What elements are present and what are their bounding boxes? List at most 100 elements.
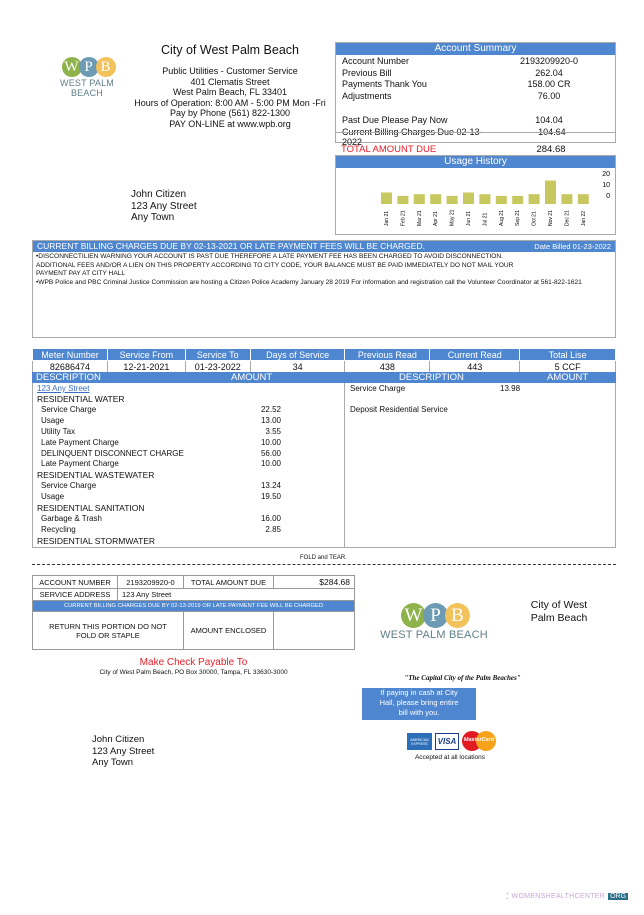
meter-table: Meter Number Service From Service To Days o… <box>32 348 616 373</box>
charge-line: Late Payment Charge 10.00 <box>41 438 281 447</box>
desc-header-right: DESCRIPTION <box>399 372 464 383</box>
month-label: Jun 21 <box>466 211 472 226</box>
month-label: Dec 21 <box>564 210 570 226</box>
charge-section: RESIDENTIAL SANITATION <box>37 503 247 513</box>
meter-header: Days of Service <box>249 348 346 361</box>
usage-bar <box>545 180 556 204</box>
charge-section: RESIDENTIAL STORMWATER <box>37 536 247 546</box>
notice-title: CURRENT BILLING CHARGES DUE BY 02-13-202… <box>37 241 425 251</box>
charge-amount: 13.98 <box>500 384 521 393</box>
summary-value: 262.04 <box>535 68 563 78</box>
stub-total-label: TOTAL AMOUNT DUE <box>183 575 274 589</box>
amount-header-left: AMOUNT <box>231 372 273 383</box>
y-tick: 20 <box>602 171 610 178</box>
charge-line: Garbage & Trash 16.00 <box>41 514 281 523</box>
charge-label: Service Charge <box>350 384 406 393</box>
charge-section: RESIDENTIAL WASTEWATER <box>37 470 247 480</box>
amount-enclosed-input[interactable] <box>273 611 355 650</box>
remit-name: John Citizen <box>92 734 145 745</box>
charge-line: Recycling 2.85 <box>41 525 281 534</box>
charge-label: Usage <box>41 415 65 425</box>
usage-bar <box>446 195 458 204</box>
charge-label: Garbage & Trash <box>41 513 102 523</box>
month-label: Jul 21 <box>482 212 488 226</box>
meter-header: Service To <box>184 348 251 361</box>
usage-bar <box>479 194 491 204</box>
summary-value: 158.00 CR <box>527 79 571 89</box>
meter-value: 82686474 <box>32 360 108 373</box>
header-line: Public Utilities - Customer Service <box>162 66 298 76</box>
meter-value: 01-23-2022 <box>184 360 251 373</box>
stub-account-label: ACCOUNT NUMBER <box>32 575 118 589</box>
charge-line: DELINQUENT DISCONNECT CHARGE 56.00 <box>41 449 281 458</box>
amex-icon: AMERICAN EXPRESS <box>407 732 432 750</box>
charge-line: Deposit Residential Service <box>350 405 500 414</box>
charge-line: Usage 13.00 <box>41 416 281 425</box>
fold-label: FOLD and TEAR. <box>300 555 347 561</box>
charges-right: Service Charge 13.98 Deposit Residential S… <box>345 383 616 548</box>
meter-value: 34 <box>249 360 346 373</box>
stub-notice: CURRENT BILLING CHARGES DUE BY 02-13-201… <box>32 600 355 612</box>
stub-account: 2193209920-0 <box>117 575 184 589</box>
charge-label: Deposit Residential Service <box>350 405 448 414</box>
usage-bar <box>512 195 524 204</box>
mastercard-icon: MasterCard <box>462 731 496 751</box>
stub-address-label: SERVICE ADDRESS <box>32 588 118 601</box>
month-label: May 21 <box>450 209 456 226</box>
watermark: ⁚ WOMENSHEALTHCENTER ORG <box>506 892 629 901</box>
summary-value: 104.04 <box>535 115 563 125</box>
y-tick: 0 <box>606 193 610 200</box>
usage-history: Usage History 20 10 0 Jan 21 Feb 21 Mar 21 Apr… <box>335 155 616 235</box>
total-label: TOTAL AMOUNT DUE <box>341 144 437 155</box>
payable-title: Make Check Payable To <box>139 657 248 668</box>
usage-bar <box>430 194 442 204</box>
notice-message: •DISCONNECTILIEN WARNING YOUR ACCOUNT IS… <box>36 253 514 278</box>
amount-header-right: AMOUNT <box>547 372 589 383</box>
meter-header: Service From <box>106 348 186 361</box>
usage-bar <box>495 195 507 204</box>
billing-notice: CURRENT BILLING CHARGES DUE BY 02-13-202… <box>32 240 616 338</box>
mastercard-label: MasterCard <box>463 737 495 743</box>
meter-value: 443 <box>429 360 521 373</box>
return-note: RETURN THIS PORTION DO NOT FOLD OR STAPL… <box>32 611 184 650</box>
y-tick: 10 <box>602 182 610 189</box>
charge-amount: 22.52 <box>260 404 281 414</box>
header-line: West Palm Beach, FL 33401 <box>172 87 288 98</box>
charge-amount: 56.00 <box>260 448 281 458</box>
month-label: Jan 22 <box>581 211 587 226</box>
summary-label: Payments Thank You <box>342 79 427 89</box>
usage-bar <box>577 194 589 204</box>
summary-label: Past Due Please Pay Now <box>342 115 448 125</box>
charge-amount: 10.00 <box>260 459 281 469</box>
month-label: Sep 21 <box>515 210 521 226</box>
summary-label: Adjustments <box>342 91 392 101</box>
date-billed: Date Billed 01-23-2022 <box>534 242 611 251</box>
month-label: Aug 21 <box>499 210 505 226</box>
stub-total: $284.68 <box>273 575 355 589</box>
amount-enclosed-label: AMOUNT ENCLOSED <box>183 611 274 650</box>
usage-bar <box>413 194 425 204</box>
service-address-link[interactable]: 123 Any Street <box>37 384 89 393</box>
charge-amount: 13.24 <box>260 481 281 491</box>
watermark-badge: ORG <box>608 893 629 900</box>
usage-chart: 20 10 0 Jan 21 Feb 21 Mar 21 Apr 21 May 21 Jun 2… <box>381 171 610 226</box>
charge-label: RESIDENTIAL WASTEWATER <box>37 470 155 481</box>
meter-header: Meter Number <box>32 348 108 361</box>
charge-section: RESIDENTIAL WATER <box>37 394 247 404</box>
month-label: Jan 21 <box>384 211 390 226</box>
logo-text: WEST PALM BEACH <box>60 78 114 98</box>
header-line: Pay by Phone (561) 822-1300 <box>169 108 291 119</box>
charge-label: Service Charge <box>41 481 97 491</box>
charge-label: DELINQUENT DISCONNECT CHARGE <box>41 448 184 458</box>
charge-line: Service Charge 22.52 <box>41 405 281 414</box>
usage-bar <box>463 192 474 204</box>
total-value: 284.68 <box>536 144 566 155</box>
meter-value: 5 CCF <box>519 360 616 373</box>
fold-line <box>32 564 616 565</box>
charge-label: Utility Tax <box>41 426 76 436</box>
summary-row: Adjustments 76.00 <box>342 91 609 101</box>
payment-stub: ACCOUNT NUMBER 2193209920-0 TOTAL AMOUNT D… <box>32 575 355 650</box>
page-title: City of West Palm Beach <box>160 43 299 57</box>
logo-letter: B <box>95 57 116 77</box>
charge-line: Late Payment Charge 10.00 <box>41 459 281 468</box>
